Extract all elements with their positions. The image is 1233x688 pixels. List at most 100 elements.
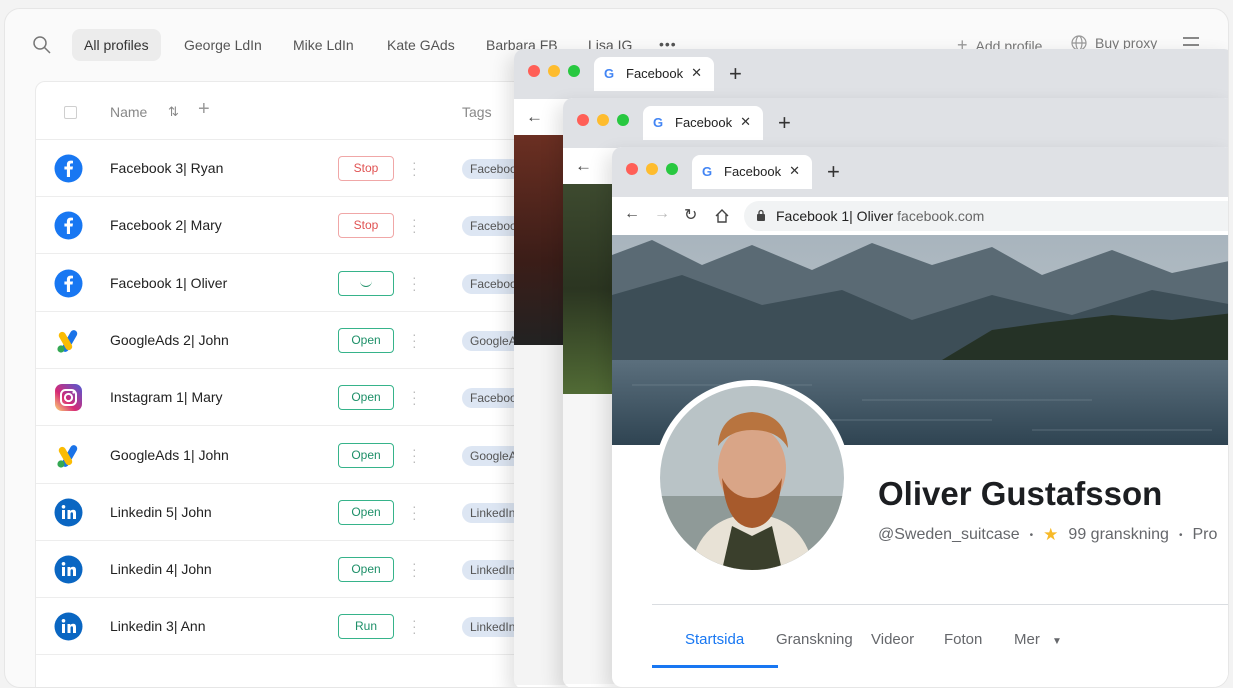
profile-extra: Pro (1192, 526, 1218, 543)
instagram-icon (54, 383, 83, 412)
more-options-icon[interactable]: · · · (412, 212, 417, 238)
minimize-window-dot[interactable] (548, 65, 560, 77)
loading-button[interactable] (338, 270, 394, 296)
profile-name-cell[interactable]: Facebook 3| Ryan (110, 160, 223, 176)
maximize-window-dot[interactable] (617, 114, 629, 126)
star-icon: ★ (1043, 525, 1059, 544)
profile-meta: @Sweden_suitcase • ★ 99 granskning • Pro (878, 525, 1217, 545)
tab-startsida[interactable]: Startsida (685, 631, 744, 648)
sort-icon[interactable]: ⇅ (168, 104, 179, 120)
maximize-window-dot[interactable] (666, 163, 678, 175)
close-window-dot[interactable] (577, 114, 589, 126)
more-options-icon[interactable]: · · · (412, 556, 417, 582)
google-ads-icon (54, 326, 83, 355)
url-page-title: Facebook 1| Oliver (776, 208, 894, 224)
more-options-icon[interactable]: · · · (412, 499, 417, 525)
profile-name-cell[interactable]: Facebook 2| Mary (110, 217, 222, 233)
profile-name-cell[interactable]: Instagram 1| Mary (110, 389, 223, 405)
column-header-tags[interactable]: Tags (462, 104, 492, 120)
profile-name-cell[interactable]: GoogleAds 2| John (110, 332, 229, 348)
tab-george-ldin[interactable]: George LdIn (172, 29, 274, 61)
lock-icon (757, 209, 765, 221)
home-icon[interactable] (714, 208, 730, 224)
facebook-icon (54, 154, 83, 183)
close-icon[interactable]: ✕ (740, 114, 751, 130)
browser-tab[interactable]: G Facebook ✕ (594, 57, 714, 91)
active-tab-indicator (652, 665, 778, 668)
close-icon[interactable]: ✕ (691, 65, 702, 81)
open-button[interactable]: Open (338, 557, 394, 583)
google-ads-icon (54, 441, 83, 470)
minimize-window-dot[interactable] (597, 114, 609, 126)
profile-name-cell[interactable]: Linkedin 4| John (110, 561, 212, 577)
profile-name: Oliver Gustafsson (878, 475, 1163, 512)
open-button[interactable]: Open (338, 385, 394, 411)
profile-name-cell[interactable]: GoogleAds 1| John (110, 447, 229, 463)
forward-arrow-icon[interactable]: → (654, 205, 670, 223)
spinner-icon (360, 281, 372, 287)
close-window-dot[interactable] (528, 65, 540, 77)
open-button[interactable]: Open (338, 499, 394, 525)
browser-tab[interactable]: G Facebook ✕ (692, 155, 812, 189)
profile-reviews[interactable]: 99 granskning (1068, 526, 1169, 544)
tab-mike-ldin[interactable]: Mike LdIn (281, 29, 366, 61)
tab-all-profiles[interactable]: All profiles (72, 29, 161, 61)
more-options-icon[interactable]: · · · (412, 442, 417, 468)
facebook-icon (54, 269, 83, 298)
reload-icon[interactable]: ↻ (684, 205, 697, 225)
stop-button[interactable]: Stop (338, 213, 394, 239)
google-icon: G (702, 164, 713, 179)
column-header-name[interactable]: Name (110, 104, 147, 120)
minimize-window-dot[interactable] (646, 163, 658, 175)
page-image-fragment (563, 184, 615, 394)
browser-tab-title: Facebook (675, 115, 733, 130)
maximize-window-dot[interactable] (568, 65, 580, 77)
open-button[interactable]: Open (338, 327, 394, 353)
search-icon[interactable] (32, 35, 52, 55)
tab-strip: G Facebook ✕ + (514, 49, 1228, 99)
back-arrow-icon[interactable]: ← (575, 156, 592, 176)
tab-videor[interactable]: Videor (871, 631, 914, 648)
browser-toolbar: ← → ↻ Facebook 1| Oliver facebook.com (612, 197, 1228, 235)
browser-window-front[interactable]: G Facebook ✕ + ← → ↻ Facebook 1| Oliver … (612, 147, 1228, 687)
more-options-icon[interactable]: · · · (412, 155, 417, 181)
more-options-icon[interactable]: · · · (412, 327, 417, 353)
browser-tab[interactable]: G Facebook ✕ (643, 106, 763, 140)
tab-strip: G Facebook ✕ + (612, 147, 1228, 197)
address-bar[interactable]: Facebook 1| Oliver facebook.com (744, 201, 1228, 231)
new-tab-icon[interactable]: + (827, 159, 840, 185)
more-options-icon[interactable]: · · · (412, 270, 417, 296)
tab-kate-gads[interactable]: Kate GAds (375, 29, 467, 61)
close-icon[interactable]: ✕ (789, 163, 800, 179)
select-all-checkbox[interactable] (64, 106, 77, 119)
more-options-icon[interactable]: · · · (412, 384, 417, 410)
caret-down-icon: ▼ (1052, 636, 1062, 647)
profile-name-cell[interactable]: Linkedin 3| Ann (110, 618, 206, 634)
close-window-dot[interactable] (626, 163, 638, 175)
profile-name-cell[interactable]: Facebook 1| Oliver (110, 275, 227, 291)
linkedin-icon (54, 612, 83, 641)
page-content-fragment (563, 394, 615, 684)
tab-foton[interactable]: Foton (944, 631, 982, 648)
new-tab-icon[interactable]: + (729, 61, 742, 87)
linkedin-icon (54, 555, 83, 584)
url-domain: facebook.com (897, 208, 985, 224)
separator-dot: • (1178, 529, 1183, 541)
profile-name-cell[interactable]: Linkedin 5| John (110, 504, 212, 520)
google-icon: G (604, 66, 615, 81)
tab-granskning[interactable]: Granskning (776, 631, 853, 648)
more-options-icon[interactable]: · · · (412, 613, 417, 639)
open-button[interactable]: Open (338, 442, 394, 468)
avatar-photo (660, 386, 844, 570)
back-arrow-icon[interactable]: ← (624, 205, 640, 223)
tab-mer[interactable]: Mer ▼ (1014, 631, 1062, 648)
linkedin-icon (54, 498, 83, 527)
new-tab-icon[interactable]: + (778, 110, 791, 136)
stop-button[interactable]: Stop (338, 156, 394, 181)
profile-avatar[interactable] (654, 380, 850, 576)
run-button[interactable]: Run (338, 614, 394, 640)
browser-tab-title: Facebook (626, 66, 684, 81)
profile-handle: @Sweden_suitcase (878, 526, 1020, 543)
add-column-icon[interactable]: + (198, 98, 210, 121)
back-arrow-icon[interactable]: ← (526, 107, 543, 127)
